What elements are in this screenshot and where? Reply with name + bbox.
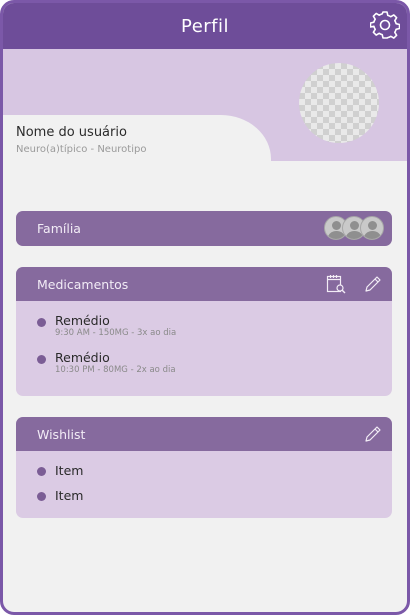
wishlist-list: Item Item [16, 451, 392, 518]
list-item[interactable]: Remédio 9:30 AM - 150MG - 3x ao dia [37, 313, 392, 339]
family-avatars[interactable] [324, 216, 384, 240]
app-frame: Perfil Nome do usuário Neuro(a)típico - … [0, 0, 410, 615]
medication-detail: 10:30 PM - 80MG - 2x ao dia [55, 365, 176, 375]
medication-name: Remédio [55, 350, 110, 365]
user-neurotype: Neuro(a)típico - Neurotipo [16, 144, 147, 155]
wishlist-card: Wishlist Item Item [16, 417, 392, 518]
bullet-icon [37, 355, 46, 364]
gear-icon[interactable] [370, 10, 400, 40]
pencil-icon[interactable] [363, 424, 383, 444]
wishlist-card-header: Wishlist [16, 417, 392, 451]
medications-list: Remédio 9:30 AM - 150MG - 3x ao dia Remé… [16, 301, 392, 396]
user-name: Nome do usuário [16, 125, 127, 140]
medication-detail: 9:30 AM - 150MG - 3x ao dia [55, 328, 177, 338]
avatar[interactable] [299, 63, 379, 143]
bullet-icon [37, 492, 46, 501]
medication-name: Remédio [55, 313, 110, 328]
person-avatar-icon [360, 216, 384, 240]
wishlist-item-label: Item [55, 488, 84, 503]
medications-card-header: Medicamentos [16, 267, 392, 301]
bullet-icon [37, 467, 46, 476]
wishlist-item-label: Item [55, 463, 84, 478]
list-item[interactable]: Item [37, 488, 392, 513]
family-card-header: Família [16, 211, 392, 246]
wishlist-title: Wishlist [37, 426, 86, 442]
list-item[interactable]: Item [37, 463, 392, 488]
bullet-icon [37, 318, 46, 327]
family-card[interactable]: Família [16, 211, 392, 246]
medications-title: Medicamentos [37, 276, 129, 292]
family-title: Família [37, 221, 81, 236]
medications-card: Medicamentos Remédio 9:30 AM - 150MG - 3… [16, 267, 392, 396]
pencil-icon[interactable] [363, 274, 383, 294]
calendar-search-icon[interactable] [326, 274, 346, 294]
page-title: Perfil [180, 15, 230, 37]
list-item[interactable]: Remédio 10:30 PM - 80MG - 2x ao dia [37, 350, 392, 376]
app-header: Perfil [3, 3, 407, 49]
